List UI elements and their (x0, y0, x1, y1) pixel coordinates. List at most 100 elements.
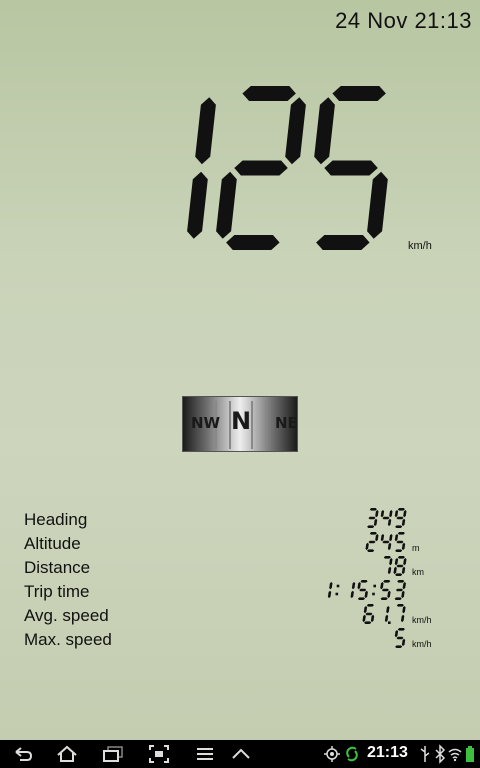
stat-row-heading: Heading (24, 508, 444, 532)
menu-icon[interactable] (194, 744, 216, 764)
compass-tick (265, 401, 267, 449)
digit-segment-e (365, 542, 369, 551)
stat-row-trip-time: Trip time (24, 580, 444, 604)
digit-segment-g (396, 564, 404, 568)
digit-segment-d (316, 235, 370, 250)
recent-apps-icon[interactable] (102, 744, 124, 764)
up-chevron-icon[interactable] (230, 744, 252, 764)
digit-segment-d (367, 525, 375, 528)
stat-label: Trip time (24, 582, 90, 601)
stat-value (383, 556, 407, 576)
stat-row-max-speed: Max. speed km/h (24, 628, 444, 652)
digit-segment-a (383, 556, 391, 559)
digit-segment-a (396, 604, 404, 607)
digit-segment-g (382, 516, 390, 520)
screenshot-icon[interactable] (148, 744, 170, 764)
digit-segment-c (387, 542, 392, 551)
digit-segment-b (351, 582, 356, 590)
digit-segment-c (401, 638, 406, 647)
digit-segment-e (362, 614, 366, 623)
digit-segment-a (369, 532, 377, 535)
digit-segment-c (401, 542, 406, 551)
stat-label: Max. speed (24, 630, 112, 649)
stat-value (327, 580, 406, 600)
digit-segment-f (394, 510, 399, 518)
digit-segment-e (216, 171, 237, 239)
digit-segment-c (350, 590, 354, 599)
digit-segment-b (389, 558, 393, 566)
digit-segment-f (380, 534, 385, 542)
digit-segment-f (394, 558, 399, 566)
digit-segment-g (234, 160, 288, 176)
digit-segment-c (187, 171, 208, 239)
digit-segment-b (389, 510, 393, 518)
digit-segment-a (397, 508, 405, 511)
stat-label: Altitude (24, 534, 81, 553)
digit-segment-d (395, 645, 403, 648)
digit-segment-f (380, 510, 385, 518)
digit-segment-a (383, 580, 391, 583)
digit-segment-b (195, 97, 216, 165)
battery-icon (466, 746, 474, 762)
segment-decimal-point (388, 621, 391, 624)
digit-segment-b (389, 534, 393, 542)
trip-stats: Heading Altitude m Distance km Trip time… (24, 508, 444, 652)
digit-segment-a (360, 580, 368, 583)
digit-segment-c (387, 518, 392, 527)
digit-segment-b (402, 582, 406, 590)
digit-segment-d (226, 235, 280, 250)
stat-label: Avg. speed (24, 606, 109, 625)
digit-segment-f (394, 534, 399, 542)
digit-segment-d (364, 621, 372, 624)
digit-segment-c (327, 590, 332, 599)
home-icon[interactable] (56, 744, 78, 764)
digit-segment-g (359, 588, 367, 592)
gps-icon (324, 746, 340, 762)
digit-segment-a (369, 508, 377, 511)
digit-segment-b (403, 558, 407, 566)
digit-segment-b (386, 606, 390, 614)
digit-segment-g (365, 612, 373, 616)
digit-segment-c (401, 518, 406, 527)
digit-segment-g (381, 588, 389, 592)
speed-readout (187, 86, 388, 250)
date-time-display: 24 Nov 21:13 (335, 8, 472, 33)
stat-row-distance: Distance km (24, 556, 444, 580)
segment-colon-dot (336, 584, 340, 588)
digit-segment-c (401, 614, 405, 623)
compass-left-heading: NW (191, 414, 221, 432)
digit-segment-b (375, 534, 379, 542)
segment-colon-dot (372, 592, 375, 596)
digit-segment-c (401, 566, 406, 575)
digit-segment-c (387, 566, 392, 575)
stat-value (367, 508, 407, 528)
status-bar-time: 21:13 (367, 744, 408, 761)
stat-unit: km/h (412, 639, 432, 649)
stat-unit: km/h (412, 615, 432, 625)
digit-segment-g (396, 516, 404, 520)
back-icon[interactable] (12, 744, 34, 764)
stat-unit: km (412, 567, 424, 577)
digit-segment-c (364, 590, 368, 599)
digit-segment-a (397, 532, 405, 535)
segment-colon-dot (373, 584, 376, 588)
digit-segment-a (242, 86, 296, 101)
digit-segment-d (395, 549, 403, 552)
digit-segment-g (368, 516, 376, 520)
stat-row-avg-speed: Avg. speed km/h (24, 604, 444, 628)
digit-segment-c (387, 590, 391, 599)
digit-segment-a (397, 556, 405, 559)
digit-segment-b (285, 97, 306, 165)
stat-value (365, 532, 406, 552)
digit-segment-c (367, 171, 388, 239)
stat-label: Heading (24, 510, 88, 529)
digit-segment-f (394, 630, 399, 638)
digit-segment-d (367, 549, 375, 552)
digit-segment-d (394, 597, 402, 600)
digit-segment-c (401, 590, 405, 599)
digit-segment-c (384, 614, 389, 623)
digit-segment-g (368, 540, 376, 544)
digit-segment-a (397, 580, 405, 583)
digit-segment-e (393, 566, 397, 575)
digit-segment-f (357, 582, 361, 590)
